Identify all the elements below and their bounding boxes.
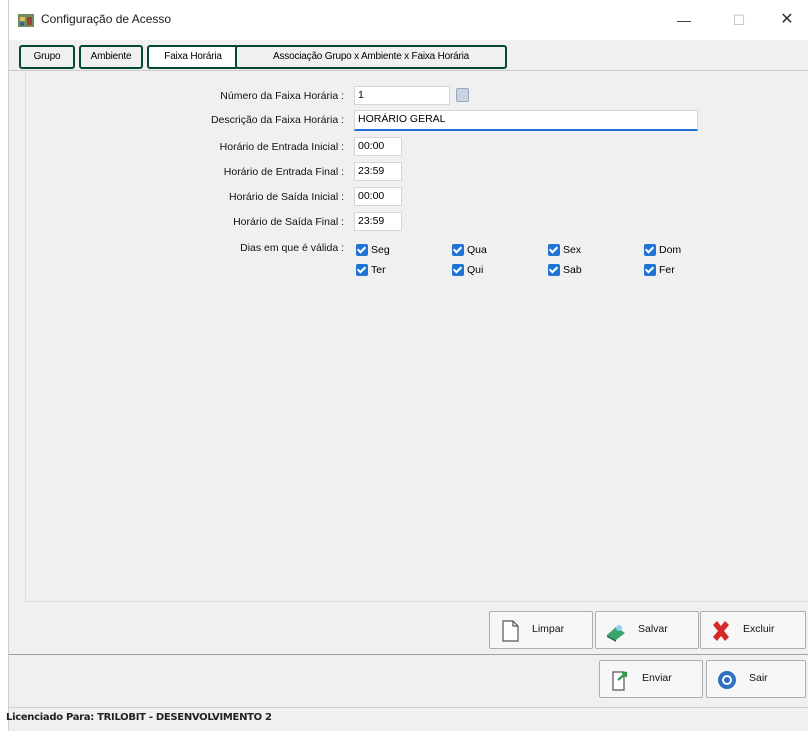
tab-faixa-horaria[interactable]: Faixa Horária — [147, 45, 239, 69]
send-document-icon — [612, 671, 628, 691]
saida-inicial-field[interactable]: 00:00 — [354, 187, 402, 206]
tab-strip: Grupo Ambiente Faixa Horária Associação … — [9, 40, 808, 71]
checkbox-checked-icon[interactable] — [644, 264, 656, 276]
license-status: Licenciado Para: TRILOBIT - DESENVOLVIME… — [6, 712, 272, 723]
checkbox-checked-icon[interactable] — [356, 264, 368, 276]
config-window: Configuração de Acesso — ☐ ✕ Grupo Ambie… — [8, 0, 808, 731]
saida-final-label: Horário de Saída Final : — [233, 216, 344, 228]
saida-inicial-label: Horário de Saída Inicial : — [229, 191, 344, 203]
separator — [9, 654, 808, 655]
saida-final-field[interactable]: 23:59 — [354, 212, 402, 231]
save-icon — [607, 625, 625, 642]
window-title: Configuração de Acesso — [41, 12, 172, 26]
checkbox-checked-icon[interactable] — [548, 264, 560, 276]
descricao-label: Descrição da Faixa Horária : — [210, 114, 344, 126]
delete-icon — [713, 621, 729, 641]
descricao-field[interactable]: HORÁRIO GERAL — [354, 110, 698, 131]
numero-field[interactable]: 1 — [354, 86, 450, 105]
checkbox-checked-icon[interactable] — [644, 244, 656, 256]
faixa-horaria-panel: Número da Faixa Horária : 1 Descrição da… — [25, 72, 808, 602]
salvar-button[interactable]: Salvar — [595, 611, 699, 649]
limpar-button[interactable]: Limpar — [489, 611, 593, 649]
entrada-final-field[interactable]: 23:59 — [354, 162, 402, 181]
entrada-final-label: Horário de Entrada Final : — [223, 166, 344, 178]
exit-icon — [718, 671, 736, 689]
status-separator — [9, 707, 808, 708]
minimize-button[interactable]: — — [664, 8, 704, 32]
blank-page-icon — [502, 620, 519, 642]
excluir-button[interactable]: Excluir — [700, 611, 806, 649]
checkbox-checked-icon[interactable] — [452, 264, 464, 276]
title-bar: Configuração de Acesso — ☐ ✕ — [9, 0, 808, 40]
checkbox-checked-icon[interactable] — [548, 244, 560, 256]
close-button[interactable]: ✕ — [767, 8, 807, 32]
checkbox-checked-icon[interactable] — [356, 244, 368, 256]
entrada-inicial-field[interactable]: 00:00 — [354, 137, 402, 156]
tab-ambiente[interactable]: Ambiente — [79, 45, 143, 69]
dias-label: Dias em que é válida : — [240, 242, 344, 254]
maximize-button[interactable]: ☐ — [719, 8, 759, 32]
checkbox-checked-icon[interactable] — [452, 244, 464, 256]
app-config-icon — [18, 14, 34, 27]
tab-grupo[interactable]: Grupo — [19, 45, 75, 69]
entrada-inicial-label: Horário de Entrada Inicial : — [219, 141, 344, 153]
search-icon[interactable] — [456, 88, 469, 102]
tab-associacao[interactable]: Associação Grupo x Ambiente x Faixa Horá… — [235, 45, 507, 69]
tab-divider — [9, 70, 808, 71]
enviar-button[interactable]: Enviar — [599, 660, 703, 698]
sair-button[interactable]: Sair — [706, 660, 806, 698]
numero-label: Número da Faixa Horária : — [220, 90, 344, 102]
